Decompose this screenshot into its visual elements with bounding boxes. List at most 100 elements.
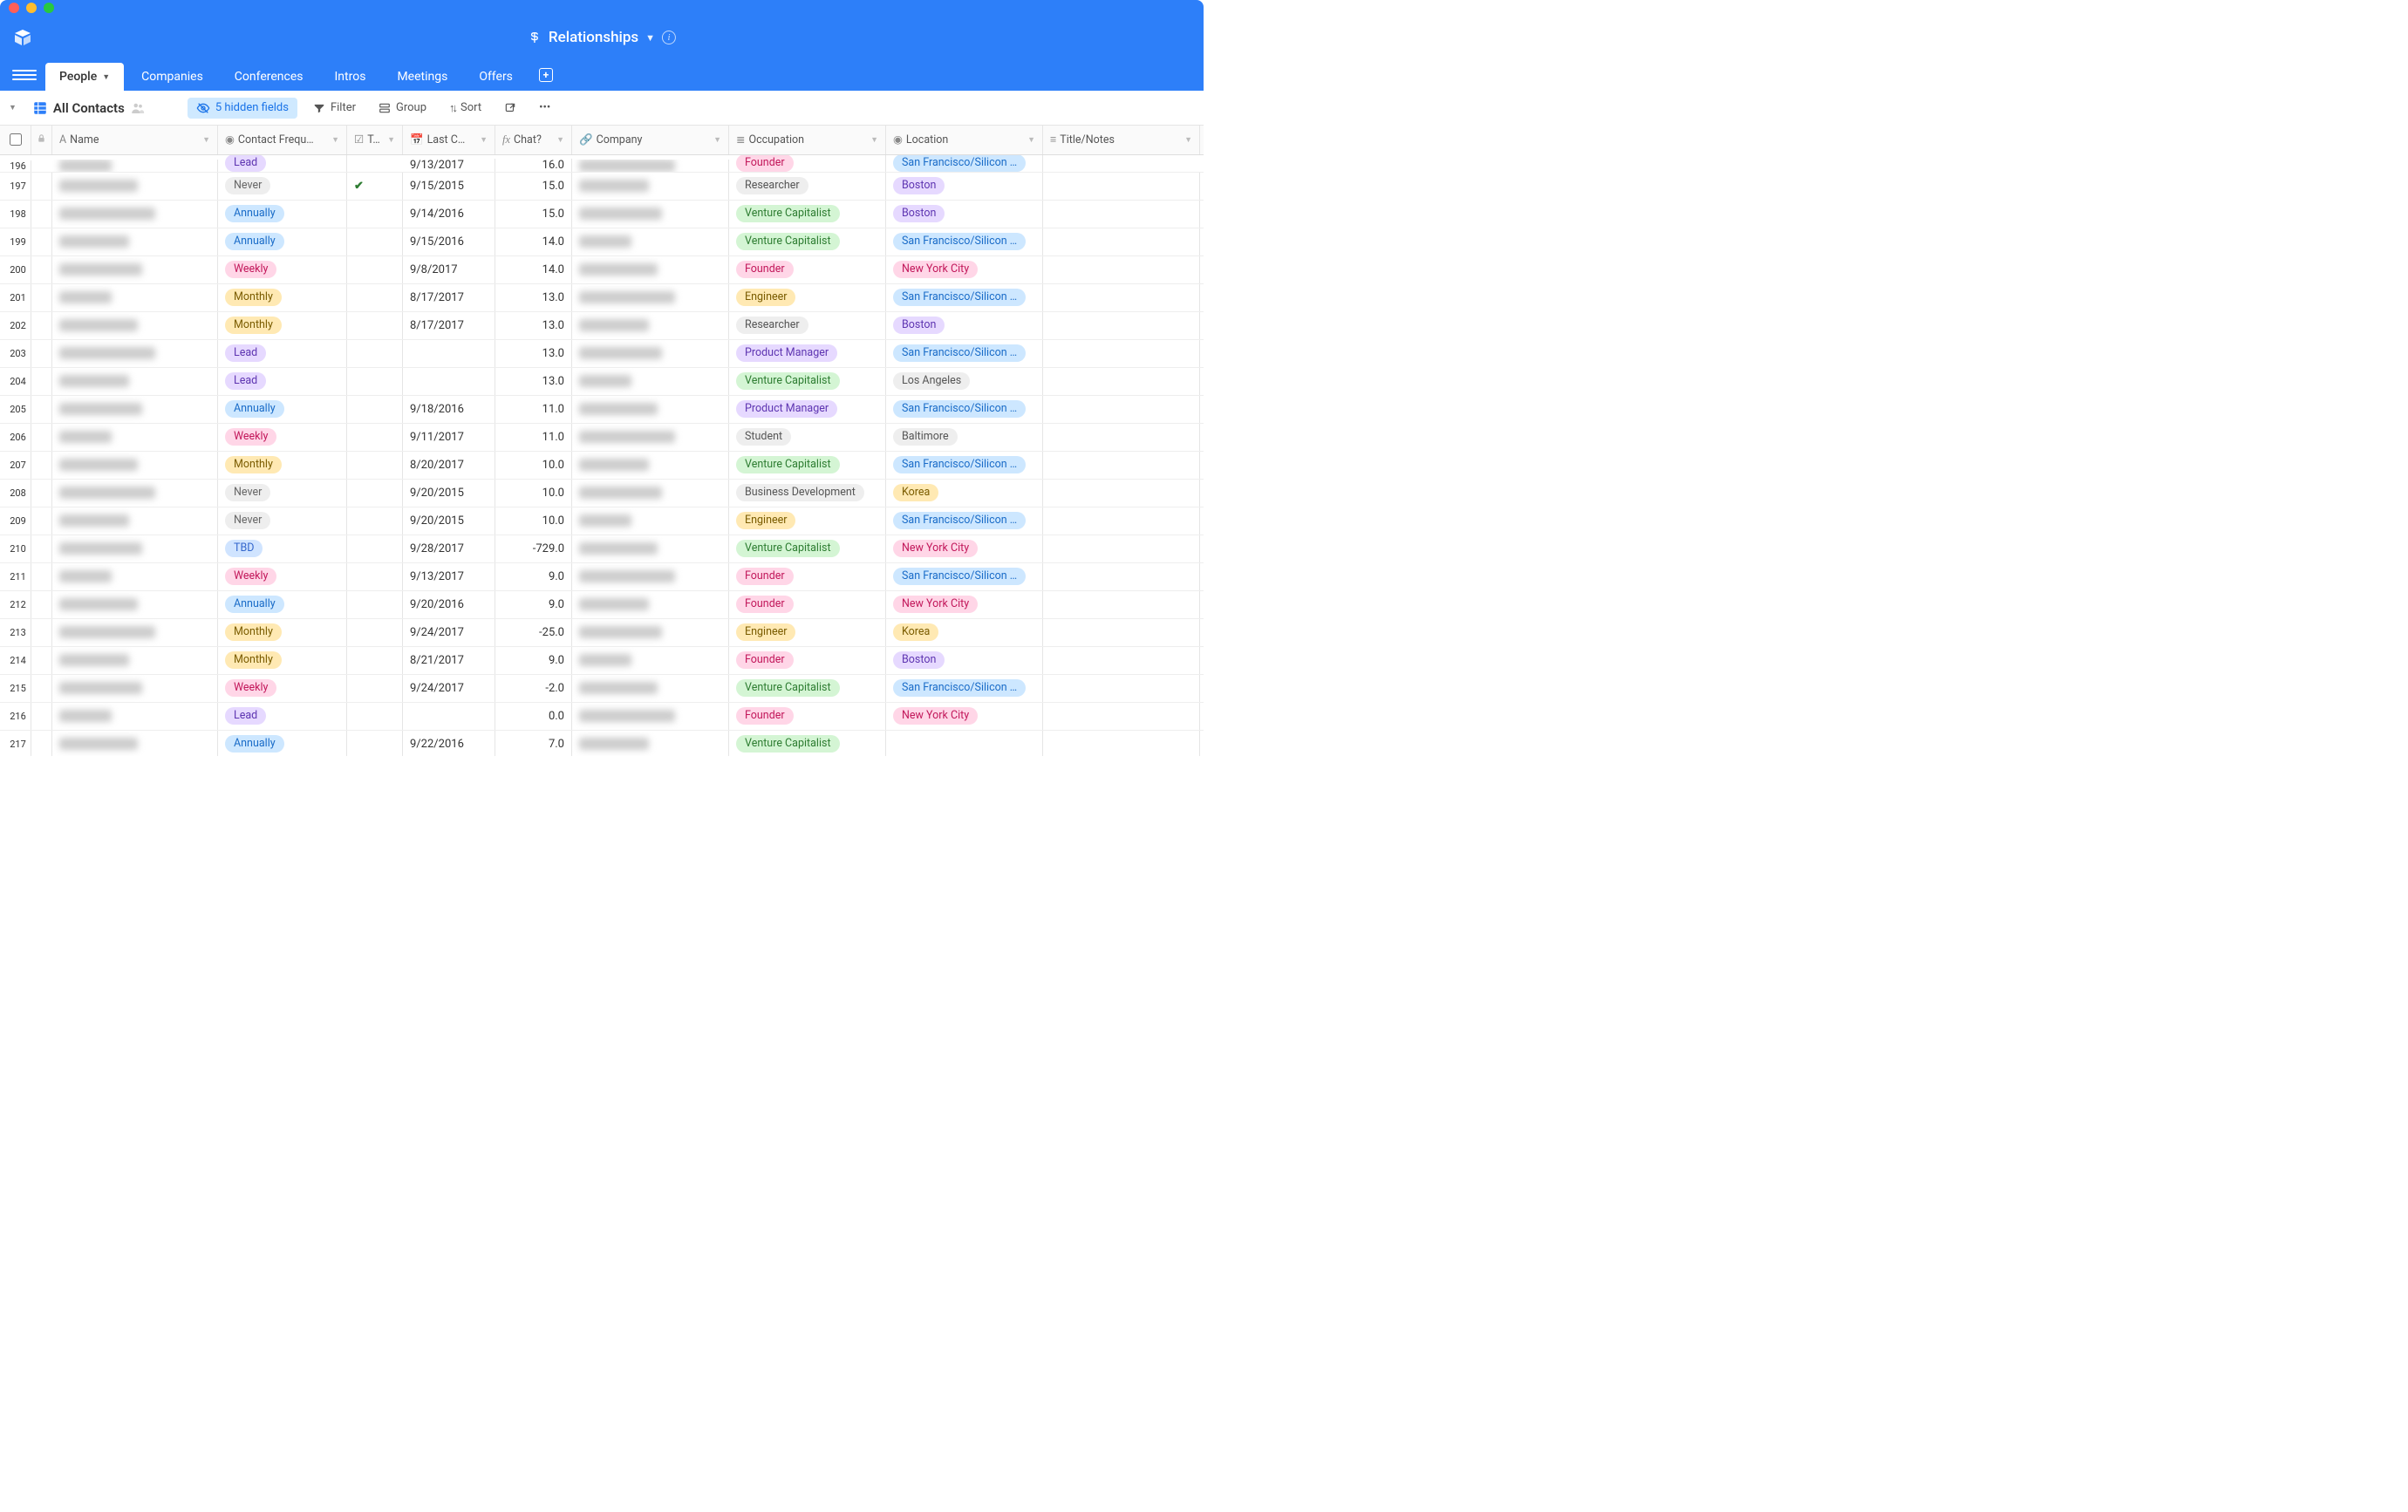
cell-title[interactable]	[1043, 424, 1200, 451]
cell-company[interactable]	[572, 312, 729, 339]
cell-chat[interactable]: 9.0	[495, 647, 572, 674]
cell-occupation[interactable]: Venture Capitalist	[729, 452, 886, 479]
cell-occupation[interactable]: Student	[729, 424, 886, 451]
cell-company[interactable]	[572, 480, 729, 507]
table-row[interactable]: 208 Never9/20/201510.0 Business Developm…	[0, 480, 1204, 507]
cell-location[interactable]: Baltimore	[886, 424, 1043, 451]
cell-chat[interactable]: 0.0	[495, 703, 572, 730]
cell-location[interactable]: Boston	[886, 173, 1043, 200]
cell-occupation[interactable]: Founder	[729, 256, 886, 283]
table-row[interactable]: 216 Lead0.0 FounderNew York City	[0, 703, 1204, 731]
cell-freq[interactable]: Weekly	[218, 563, 347, 590]
cell-location[interactable]: New York City	[886, 703, 1043, 730]
table-row[interactable]: 212 Annually9/20/20169.0 FounderNew York…	[0, 591, 1204, 619]
cell-last[interactable]	[403, 703, 495, 730]
cell-company[interactable]	[572, 284, 729, 311]
cell-chat[interactable]: 13.0	[495, 284, 572, 311]
cell-location[interactable]: San Francisco/Silicon …	[886, 340, 1043, 367]
table-row[interactable]: 202 Monthly8/17/201713.0 ResearcherBosto…	[0, 312, 1204, 340]
cell-last[interactable]: 9/13/2017	[403, 159, 495, 172]
cell-location[interactable]: Boston	[886, 201, 1043, 228]
cell-chat[interactable]: 13.0	[495, 312, 572, 339]
cell-title[interactable]	[1043, 201, 1200, 228]
cell-company[interactable]	[572, 535, 729, 562]
minimize-window-button[interactable]	[26, 3, 37, 13]
cell-name[interactable]	[52, 480, 218, 507]
cell-location[interactable]: New York City	[886, 535, 1043, 562]
cell-chat[interactable]: -2.0	[495, 675, 572, 702]
cell-occupation[interactable]: Founder	[729, 155, 886, 172]
table-row[interactable]: 206 Weekly9/11/201711.0 StudentBaltimore	[0, 424, 1204, 452]
cell-checkbox[interactable]	[347, 563, 403, 590]
filter-button[interactable]: Filter	[306, 98, 363, 118]
cell-name[interactable]	[52, 647, 218, 674]
cell-chat[interactable]: 11.0	[495, 396, 572, 423]
cell-occupation[interactable]: Founder	[729, 703, 886, 730]
cell-occupation[interactable]: Venture Capitalist	[729, 228, 886, 255]
more-options-button[interactable]: •••	[532, 98, 557, 118]
cell-location[interactable]: New York City	[886, 256, 1043, 283]
sidebar-toggle-button[interactable]	[12, 63, 37, 87]
cell-last[interactable]: 9/24/2017	[403, 619, 495, 646]
cell-freq[interactable]: Annually	[218, 591, 347, 618]
cell-company[interactable]	[572, 507, 729, 535]
cell-occupation[interactable]: Engineer	[729, 507, 886, 535]
cell-last[interactable]: 9/28/2017	[403, 535, 495, 562]
cell-title[interactable]	[1043, 312, 1200, 339]
cell-title[interactable]	[1043, 591, 1200, 618]
cell-occupation[interactable]: Venture Capitalist	[729, 675, 886, 702]
cell-chat[interactable]: 7.0	[495, 731, 572, 756]
cell-location[interactable]: Korea	[886, 480, 1043, 507]
tab-offers[interactable]: Offers	[465, 63, 527, 91]
table-row[interactable]: 214 Monthly8/21/20179.0 FounderBoston	[0, 647, 1204, 675]
cell-last[interactable]: 8/17/2017	[403, 284, 495, 311]
cell-location[interactable]: San Francisco/Silicon …	[886, 228, 1043, 255]
cell-freq[interactable]: Monthly	[218, 452, 347, 479]
cell-location[interactable]: San Francisco/Silicon …	[886, 507, 1043, 535]
cell-title[interactable]	[1043, 228, 1200, 255]
cell-chat[interactable]: 10.0	[495, 452, 572, 479]
cell-title[interactable]	[1043, 284, 1200, 311]
tab-intros[interactable]: Intros	[321, 63, 380, 91]
cell-name[interactable]	[52, 703, 218, 730]
cell-location[interactable]: San Francisco/Silicon …	[886, 675, 1043, 702]
cell-chat[interactable]: 10.0	[495, 507, 572, 535]
cell-company[interactable]	[572, 396, 729, 423]
cell-occupation[interactable]: Founder	[729, 591, 886, 618]
cell-name[interactable]	[52, 201, 218, 228]
cell-last[interactable]: 9/20/2015	[403, 507, 495, 535]
cell-freq[interactable]: Never	[218, 480, 347, 507]
cell-chat[interactable]: 11.0	[495, 424, 572, 451]
cell-company[interactable]	[572, 563, 729, 590]
base-switcher[interactable]: Relationships ▼ i	[528, 16, 676, 59]
cell-name[interactable]	[52, 173, 218, 200]
cell-checkbox[interactable]	[347, 228, 403, 255]
cell-checkbox[interactable]	[347, 312, 403, 339]
cell-name[interactable]	[52, 368, 218, 395]
collaborators-icon[interactable]	[130, 100, 146, 116]
cell-name[interactable]	[52, 340, 218, 367]
cell-name[interactable]	[52, 284, 218, 311]
column-header-t[interactable]: ☑T…▼	[347, 126, 403, 154]
cell-checkbox[interactable]	[347, 480, 403, 507]
cell-company[interactable]	[572, 452, 729, 479]
cell-last[interactable]	[403, 368, 495, 395]
cell-checkbox[interactable]	[347, 647, 403, 674]
cell-occupation[interactable]: Venture Capitalist	[729, 731, 886, 756]
cell-occupation[interactable]: Business Development	[729, 480, 886, 507]
cell-title[interactable]	[1043, 535, 1200, 562]
cell-location[interactable]: Boston	[886, 312, 1043, 339]
cell-occupation[interactable]: Venture Capitalist	[729, 201, 886, 228]
table-row[interactable]: 205 Annually9/18/201611.0 Product Manage…	[0, 396, 1204, 424]
cell-last[interactable]: 8/17/2017	[403, 312, 495, 339]
cell-company[interactable]	[572, 731, 729, 756]
cell-occupation[interactable]: Researcher	[729, 312, 886, 339]
cell-last[interactable]: 9/20/2015	[403, 480, 495, 507]
cell-name[interactable]	[52, 563, 218, 590]
column-header-location[interactable]: ◉Location▼	[886, 126, 1043, 154]
table-row[interactable]: 213 Monthly9/24/2017-25.0 EngineerKorea	[0, 619, 1204, 647]
cell-name[interactable]	[52, 312, 218, 339]
cell-freq[interactable]: Never	[218, 173, 347, 200]
cell-chat[interactable]: 9.0	[495, 563, 572, 590]
view-switcher[interactable]: All Contacts	[25, 97, 153, 119]
